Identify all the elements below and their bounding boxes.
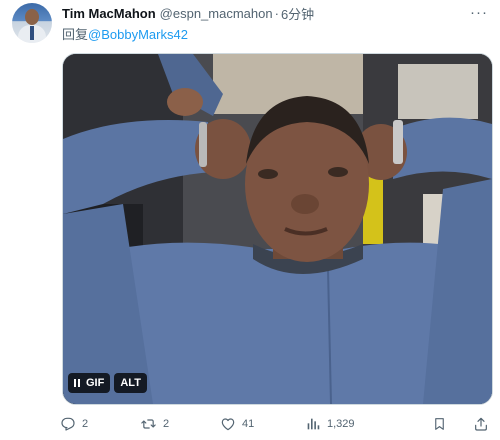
views-chart-icon [307,418,320,430]
reply-button[interactable]: 2 [60,413,88,435]
tweet-header: Tim MacMahon @espn_macmahon · 6分钟 [62,4,314,22]
tweet-timestamp[interactable]: 6分钟 [281,4,314,23]
like-count: 41 [242,418,255,430]
reply-mention-link[interactable]: @BobbyMarks42 [88,27,188,42]
author-handle[interactable]: @espn_macmahon [160,6,273,21]
share-button[interactable] [473,413,489,435]
reply-prefix: 回复 [62,27,89,42]
more-icon: ··· [470,3,488,21]
header-separator: · [274,5,279,21]
alt-text-badge[interactable]: ALT [114,373,147,393]
alt-label: ALT [120,377,141,389]
reply-icon [61,417,75,431]
more-options-button[interactable]: ··· [468,2,490,22]
gif-playback-badge[interactable]: GIF [68,373,111,393]
views-button[interactable]: 1,329 [305,413,355,435]
avatar-head [25,9,39,25]
tweet-card[interactable]: Tim MacMahon @espn_macmahon · 6分钟 ··· 回复… [0,0,500,440]
author-name[interactable]: Tim MacMahon [62,6,156,21]
media-badges: GIF ALT [68,373,147,393]
retweet-count: 2 [163,418,170,430]
share-icon [475,417,487,431]
bookmark-icon [435,418,444,430]
gif-media[interactable] [62,53,493,405]
tweet-actions: 2 2 41 1,329 [60,413,496,435]
like-button[interactable]: 41 [220,413,254,435]
bookmark-button[interactable] [432,413,447,435]
reply-count: 2 [82,418,89,430]
retweet-button[interactable]: 2 [140,413,169,435]
heart-icon [221,418,235,431]
retweet-icon [141,419,156,429]
avatar[interactable] [12,3,52,43]
gif-label: GIF [86,377,105,389]
reply-context: 回复@BobbyMarks42 [62,24,188,43]
gif-frame-illustration [63,54,492,404]
pause-icon [74,379,80,387]
views-count: 1,329 [327,418,355,430]
avatar-tie [30,26,34,40]
